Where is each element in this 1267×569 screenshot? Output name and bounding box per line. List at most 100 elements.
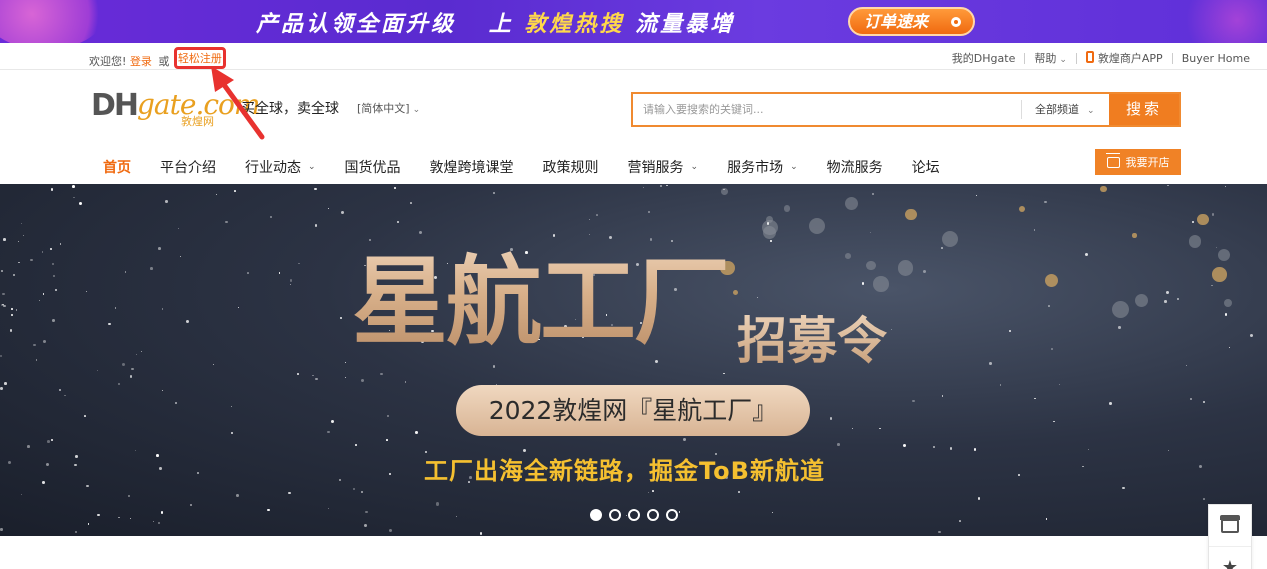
sparkle-decoration <box>18 262 20 264</box>
topbar-links: 我的DHgate 帮助 ⌄ 敦煌商户APP Buyer Home <box>952 50 1250 66</box>
sparkle-decoration <box>266 508 270 512</box>
sparkle-decoration <box>327 508 330 510</box>
dhgate-logo[interactable]: DH gate.com 敦煌网 <box>91 88 260 128</box>
nav-item[interactable]: 国货优品 <box>345 156 401 178</box>
sparkle-decoration <box>339 479 342 482</box>
sparkle-decoration <box>161 390 164 392</box>
open-shop-button[interactable]: 我要开店 <box>1095 149 1181 175</box>
promo-order-button[interactable]: 订单速来 <box>848 7 975 36</box>
sparkle-decoration <box>1082 465 1084 467</box>
page: 产品认领全面升级 上 敦煌热搜 流量暴增 订单速来 欢迎您! 登录 或 轻松注册… <box>0 0 1267 569</box>
login-link[interactable]: 登录 <box>130 55 152 68</box>
sparkle-decoration <box>1117 326 1121 329</box>
language-label: [简体中文] <box>357 102 410 115</box>
nav-item-label: 首页 <box>103 160 131 176</box>
carousel-dot[interactable] <box>609 509 621 521</box>
sparkle-decoration <box>135 449 137 451</box>
sparkle-decoration <box>1109 401 1112 405</box>
sparkle-decoration <box>74 530 77 533</box>
sparkle-decoration <box>84 415 86 417</box>
sparkle-decoration <box>74 464 77 467</box>
sparkle-decoration <box>1203 498 1205 500</box>
sparkle-decoration <box>405 381 407 383</box>
nav-item[interactable]: 行业动态 ⌄ <box>245 156 316 178</box>
nav-item[interactable]: 敦煌跨境课堂 <box>430 156 514 178</box>
sparkle-decoration <box>397 220 400 223</box>
sparkle-decoration <box>479 532 483 535</box>
promo-banner[interactable]: 产品认领全面升级 上 敦煌热搜 流量暴增 订单速来 <box>0 0 1267 43</box>
sparkle-decoration <box>152 520 154 522</box>
sparkle-decoration <box>1088 449 1090 451</box>
sparkle-decoration <box>18 240 20 243</box>
sparkle-decoration <box>353 488 355 491</box>
sparkle-decoration <box>387 414 390 418</box>
sparkle-decoration <box>180 256 182 258</box>
store-icon <box>1105 152 1120 168</box>
sparkle-decoration <box>1 270 3 272</box>
sparkle-decoration <box>772 511 774 514</box>
sparkle-decoration <box>52 318 55 322</box>
bokeh-decoration <box>1134 294 1148 308</box>
merchant-app-link[interactable]: 敦煌商户APP <box>1085 50 1163 66</box>
sparkle-decoration <box>186 319 190 323</box>
add-store-button[interactable] <box>1209 505 1251 547</box>
nav-item[interactable]: 物流服务 <box>827 156 883 178</box>
sparkle-decoration <box>196 471 199 474</box>
sparkle-decoration <box>20 222 22 224</box>
sparkle-decoration <box>1191 220 1194 223</box>
sparkle-decoration <box>1190 398 1192 401</box>
nav-item[interactable]: 论坛 <box>912 156 940 178</box>
nav-item-label: 营销服务 <box>627 160 684 176</box>
buyer-home-link[interactable]: Buyer Home <box>1182 52 1250 65</box>
nav-item[interactable]: 首页 <box>103 156 131 178</box>
bokeh-decoration <box>1112 301 1130 319</box>
sparkle-decoration <box>1045 517 1048 520</box>
favorite-button[interactable]: ★ <box>1209 547 1251 569</box>
search-input[interactable] <box>633 94 1021 125</box>
or-text: 或 <box>158 55 170 68</box>
sparkle-decoration <box>642 186 644 188</box>
nav-item[interactable]: 平台介绍 <box>160 156 216 178</box>
nav-item-label: 平台介绍 <box>160 160 216 176</box>
chevron-down-icon: ⌄ <box>1059 55 1067 65</box>
sparkle-decoration <box>234 190 236 192</box>
search-button[interactable]: 搜索 <box>1109 94 1179 125</box>
my-dhgate-link[interactable]: 我的DHgate <box>952 50 1016 66</box>
sparkle-decoration <box>141 350 143 353</box>
sparkle-decoration <box>988 361 992 365</box>
sparkle-decoration <box>87 523 90 525</box>
hero-carousel[interactable]: 星航工厂 招募令 2022敦煌网『星航工厂』 工厂出海全新链路，掘金ToB新航道 <box>0 184 1267 536</box>
sparkle-decoration <box>1034 229 1036 231</box>
welcome-text: 欢迎您! <box>89 55 127 68</box>
sparkle-decoration <box>238 307 240 309</box>
search-channel-select[interactable]: 全部频道 ⌄ <box>1021 100 1109 119</box>
carousel-dot[interactable] <box>628 509 640 521</box>
open-shop-label: 我要开店 <box>1125 156 1170 169</box>
nav-item[interactable]: 政策规则 <box>543 156 599 178</box>
sparkle-decoration <box>938 530 941 534</box>
register-link[interactable]: 轻松注册 <box>178 52 222 65</box>
chevron-down-icon: ⌄ <box>308 162 316 172</box>
nav-item[interactable]: 营销服务 ⌄ <box>628 156 699 178</box>
nav-item[interactable]: 服务市场 ⌄ <box>727 156 798 178</box>
sparkle-decoration <box>78 201 82 205</box>
sparkle-decoration <box>871 192 874 195</box>
carousel-dot[interactable] <box>666 509 678 521</box>
carousel-dot[interactable] <box>647 509 659 521</box>
sparkle-decoration <box>869 232 872 234</box>
bokeh-decoration <box>872 276 889 292</box>
sparkle-decoration <box>8 461 12 465</box>
register-highlight-box: 轻松注册 <box>173 47 226 69</box>
sparkle-decoration <box>861 282 865 285</box>
sparkle-decoration <box>1202 401 1205 404</box>
sparkle-decoration <box>150 267 154 270</box>
language-selector[interactable]: [简体中文] ⌄ <box>357 100 420 116</box>
sparkle-decoration <box>290 279 293 282</box>
sparkle-decoration <box>879 427 881 429</box>
carousel-dot[interactable] <box>590 509 602 521</box>
sparkle-decoration <box>3 305 6 308</box>
sparkle-decoration <box>164 200 168 204</box>
sparkle-decoration <box>595 214 598 217</box>
help-menu[interactable]: 帮助 ⌄ <box>1034 50 1067 66</box>
sparkle-decoration <box>30 258 33 262</box>
